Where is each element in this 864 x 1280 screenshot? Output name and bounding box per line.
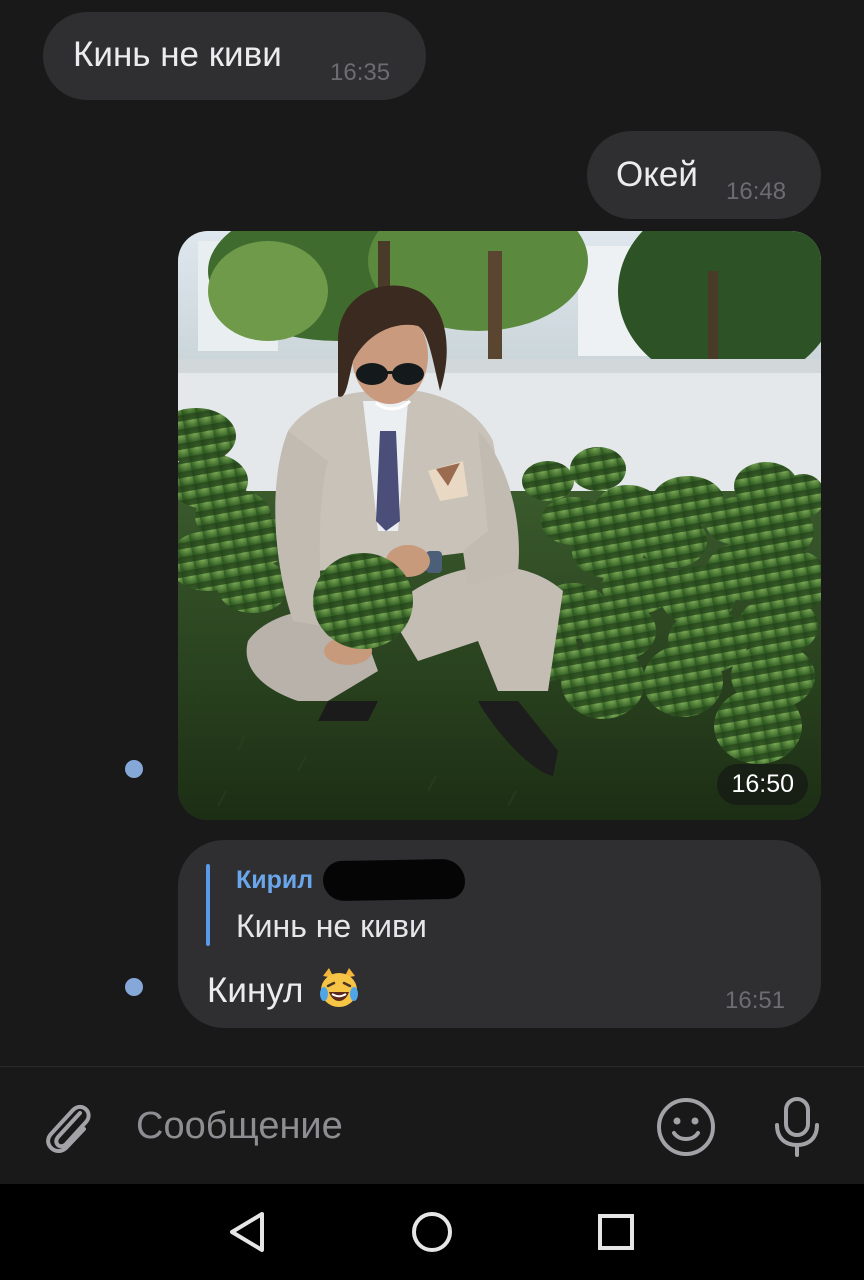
cat-with-tears-of-joy-emoji-icon [317,966,361,1019]
back-triangle-icon[interactable] [224,1208,272,1261]
reply-quote-bar [206,864,210,946]
redaction-scribble [322,858,466,902]
message-time: 16:48 [726,178,787,205]
chat-screen: Кинь не киви 16:35 Окей 16:48 16:50 Кири… [0,0,864,1280]
unread-indicator-dot [125,978,143,996]
smiley-icon[interactable] [656,1097,716,1162]
incoming-message-bubble[interactable]: Кинь не киви 16:35 [43,12,426,100]
message-time: 16:35 [330,59,391,86]
reply-author-name[interactable]: Кирил [236,866,313,895]
outgoing-message-bubble[interactable]: Окей 16:48 [587,131,821,219]
recents-square-icon[interactable] [592,1208,640,1261]
reply-message-bubble[interactable]: Кирил Кинь не киви Кинул 16:51 [178,840,821,1028]
message-input[interactable] [124,1091,648,1161]
message-time: 16:51 [725,987,786,1014]
unread-indicator-dot [125,760,143,778]
message-composer [0,1066,864,1184]
photo-time-badge: 16:50 [717,764,808,805]
photo-message[interactable]: 16:50 [178,231,821,820]
message-text: Кинул [207,971,304,1010]
message-list[interactable]: Кинь не киви 16:35 Окей 16:48 16:50 Кири… [0,0,864,1066]
paperclip-icon[interactable] [40,1097,96,1162]
home-circle-icon[interactable] [408,1208,456,1261]
message-text: Кинь не киви [73,35,282,74]
photo-man-with-watermelons [178,231,821,820]
android-navigation-bar [0,1184,864,1280]
microphone-icon[interactable] [768,1095,826,1164]
reply-quoted-text[interactable]: Кинь не киви [236,908,427,945]
message-text: Окей [616,155,698,194]
message-text-wrap: Кинул [207,966,361,1019]
